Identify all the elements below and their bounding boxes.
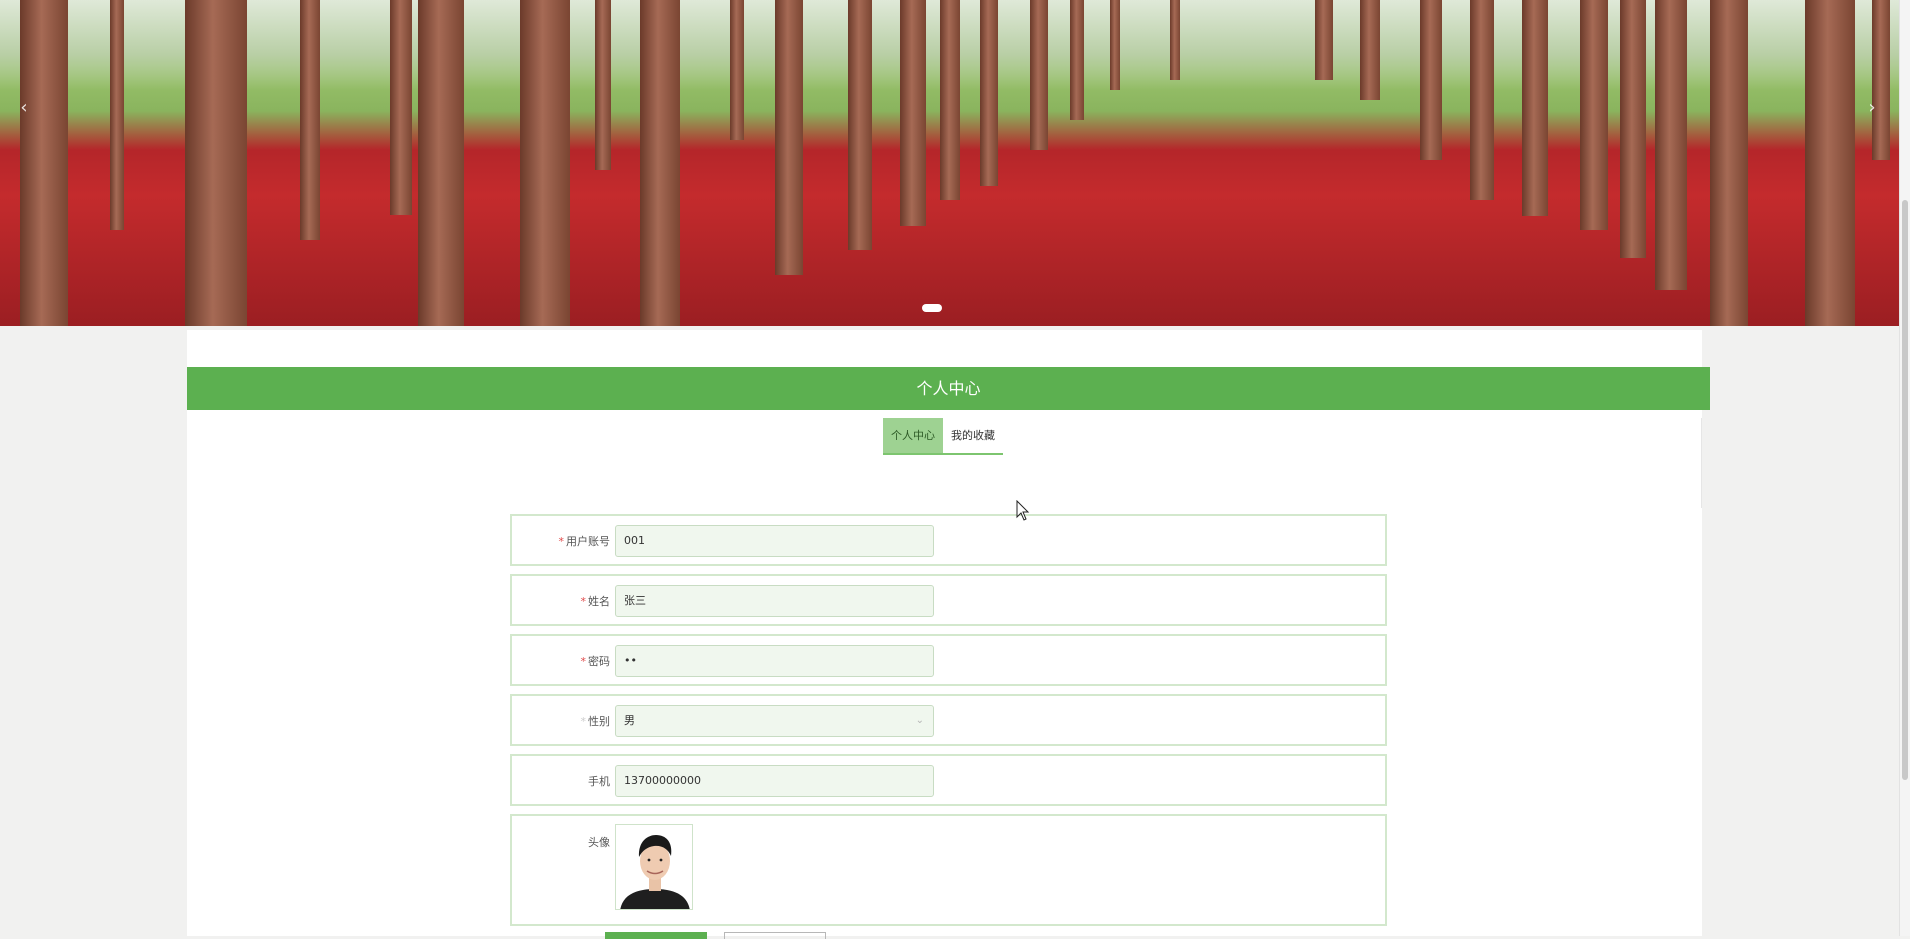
banner-tree <box>1110 0 1120 90</box>
tab-bar: 个人中心 我的收藏 <box>883 418 1003 455</box>
banner-tree <box>1420 0 1442 160</box>
banner-tree <box>185 0 247 326</box>
gender-select[interactable]: 男 ⌄ <box>615 705 934 737</box>
phone-label: 手机 <box>588 775 610 788</box>
form-row-avatar: 头像 <box>510 814 1387 926</box>
banner-tree <box>418 0 464 326</box>
banner-tree <box>1470 0 1494 200</box>
form-row-phone: 手机 13700000000 <box>510 754 1387 806</box>
banner-carousel: ‹ › <box>0 0 1900 326</box>
banner-tree <box>980 0 998 186</box>
banner-tree <box>900 0 926 226</box>
avatar-label: 头像 <box>588 836 610 849</box>
form-row-name: * 姓名 张三 <box>510 574 1387 626</box>
form-row-password: * 密码 •• <box>510 634 1387 686</box>
mouse-cursor-icon <box>1016 500 1030 521</box>
page-scrollbar[interactable] <box>1899 0 1910 936</box>
banner-pagination-dot[interactable] <box>922 304 942 312</box>
banner-tree <box>1655 0 1687 290</box>
banner-tree <box>1710 0 1748 326</box>
gender-label: * 性别 <box>580 715 611 728</box>
banner-prev-arrow[interactable]: ‹ <box>14 96 34 120</box>
banner-tree <box>1070 0 1084 120</box>
banner-tree <box>390 0 412 215</box>
banner-tree <box>1872 0 1890 160</box>
banner-tree <box>1030 0 1048 150</box>
gender-selected-value: 男 <box>624 714 635 727</box>
banner-tree <box>1805 0 1855 326</box>
panel-divider <box>1701 418 1702 508</box>
page-title: 个人中心 <box>187 367 1710 410</box>
password-label: * 密码 <box>580 655 611 668</box>
avatar-image <box>616 825 692 909</box>
banner-tree <box>1170 0 1180 80</box>
banner-tree <box>520 0 570 326</box>
banner-tree <box>1522 0 1548 216</box>
form-row-account: * 用户账号 001 <box>510 514 1387 566</box>
name-label: * 姓名 <box>580 595 611 608</box>
form-row-gender: * 性别 男 ⌄ <box>510 694 1387 746</box>
banner-tree <box>730 0 744 140</box>
banner-tree <box>1315 0 1333 80</box>
banner-tree <box>595 0 611 170</box>
banner-tree <box>940 0 960 200</box>
password-input[interactable]: •• <box>615 645 934 677</box>
name-input[interactable]: 张三 <box>615 585 934 617</box>
tab-favorites[interactable]: 我的收藏 <box>943 418 1003 453</box>
chevron-down-icon: ⌄ <box>915 715 924 726</box>
banner-tree <box>775 0 803 275</box>
banner-tree <box>1580 0 1608 230</box>
account-input[interactable]: 001 <box>615 525 934 557</box>
banner-tree <box>300 0 320 240</box>
banner-tree <box>20 0 68 326</box>
banner-tree <box>110 0 124 230</box>
phone-input[interactable]: 13700000000 <box>615 765 934 797</box>
banner-tree <box>848 0 872 250</box>
banner-next-arrow[interactable]: › <box>1862 96 1882 120</box>
avatar-upload[interactable] <box>615 824 693 910</box>
banner-tree <box>1620 0 1646 258</box>
scrollbar-thumb[interactable] <box>1902 200 1908 780</box>
banner-tree <box>640 0 680 326</box>
tab-profile[interactable]: 个人中心 <box>883 418 943 453</box>
banner-tree <box>1360 0 1380 100</box>
account-label: * 用户账号 <box>558 535 611 548</box>
